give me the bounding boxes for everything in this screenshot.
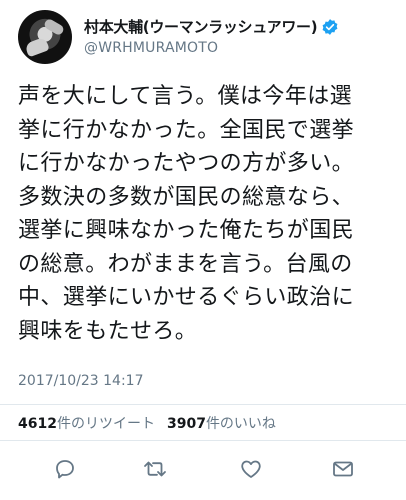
tweet-text-line: の総意。わがままを言う。台風の [18, 251, 353, 277]
retweets-label: 件のリツイート [56, 416, 155, 432]
likes-stat[interactable]: 3907件のいいね [167, 413, 276, 433]
user-handle[interactable]: @WRHMURAMOTO [84, 40, 218, 56]
tweet-text-line: 声を大にして言う。僕は今年は選 [18, 84, 353, 109]
reply-icon[interactable] [52, 456, 78, 482]
heart-icon[interactable] [238, 456, 264, 482]
avatar-figure-hand [24, 36, 50, 58]
tweet-stats: 4612件のリツイート 3907件のいいね [18, 413, 288, 433]
retweets-count: 4612 [18, 416, 57, 432]
tweet-text-line: 中、選挙にいかせるぐらい政治に [18, 285, 355, 310]
envelope-icon[interactable] [330, 456, 356, 482]
retweet-icon[interactable] [142, 456, 168, 482]
tweet-text-line: に行かなかったやつの方が多い。 [18, 151, 355, 176]
tweet-text-line: 挙に行かなかった。全国民で選挙 [18, 117, 355, 143]
likes-label: 件のいいね [205, 416, 276, 432]
display-name[interactable]: 村本大輔(ウーマンラッシュアワー) [84, 16, 318, 37]
avatar[interactable] [18, 10, 72, 64]
verified-badge-icon [321, 18, 339, 36]
avatar-figure-arm [42, 17, 66, 37]
tweet-actions [0, 452, 406, 488]
tweet-header: 村本大輔(ウーマンラッシュアワー) @WRHMURAMOTO [18, 10, 398, 66]
divider [0, 440, 406, 441]
retweets-stat[interactable]: 4612件のリツイート [18, 413, 155, 433]
likes-count: 3907 [166, 416, 206, 432]
name-row: 村本大輔(ウーマンラッシュアワー) [84, 16, 339, 37]
tweet-timestamp[interactable]: 2017/10/23 14:17 [18, 373, 144, 389]
tweet-text-line: 多数決の多数が国民の総意なら、 [18, 184, 355, 210]
tweet-text-line: 興味をもたせろ。 [18, 318, 198, 344]
tweet-text: 声を大にして言う。僕は今年は選 挙に行かなかった。全国民で選挙 に行かなかったや… [18, 80, 398, 348]
tweet-text-line: 選挙に興味なかった俺たちが国民 [18, 218, 355, 243]
divider [0, 404, 406, 405]
